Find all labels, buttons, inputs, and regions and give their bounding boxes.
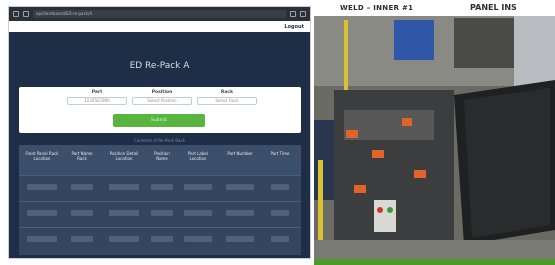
table-cell: [184, 236, 212, 242]
part-field-group: Part 1234567890: [67, 90, 127, 105]
table-cell: [27, 236, 57, 242]
column-header: Front Panel Rack Location: [25, 151, 59, 161]
table-cell: [226, 210, 254, 216]
camera-header: WELD – INNER #1 PANEL INS: [314, 0, 555, 16]
part-input[interactable]: 1234567890: [67, 97, 127, 105]
browser-window: api/dashboard/ED-re-pack/A Logout ED Re-…: [8, 6, 311, 259]
menu-icon[interactable]: [300, 11, 306, 17]
table-cell: [109, 236, 139, 242]
rack-label: Rack: [220, 90, 234, 95]
address-bar[interactable]: api/dashboard/ED-re-pack/A: [33, 10, 286, 18]
table-cell: [271, 184, 289, 190]
refresh-icon[interactable]: [23, 11, 29, 17]
column-header: Position Detail Location: [109, 151, 139, 161]
table-row[interactable]: [19, 227, 301, 251]
column-header: Position Name: [154, 151, 170, 161]
camera-station-label: PANEL INS: [470, 3, 517, 12]
extensions-icon[interactable]: [290, 11, 296, 17]
part-label: Part: [91, 90, 103, 95]
table-cell: [184, 210, 212, 216]
table-cell: [151, 236, 173, 242]
position-field-group: Position Select Position: [132, 90, 192, 105]
screen: api/dashboard/ED-re-pack/A Logout ED Re-…: [0, 0, 555, 265]
column-header: Part Label Location: [188, 151, 208, 161]
camera-image: [314, 0, 555, 265]
table-cell: [109, 210, 139, 216]
table-cell: [151, 184, 173, 190]
rack-select[interactable]: Select Rack: [197, 97, 257, 105]
table-cell: [27, 184, 57, 190]
app-header: Logout: [9, 21, 310, 32]
camera-title: WELD – INNER #1: [340, 4, 414, 12]
table-cell: [271, 210, 289, 216]
logout-link[interactable]: Logout: [284, 24, 304, 30]
table-cell: [271, 236, 289, 242]
table-cell: [184, 184, 212, 190]
table-cell: [226, 236, 254, 242]
table-cell: [27, 210, 57, 216]
table-cell: [71, 236, 93, 242]
table-caption: Contents of Re-Pack Rack: [133, 138, 186, 143]
column-header: Part Number: [227, 151, 253, 156]
table-header: Front Panel Rack Location Part Name Rack…: [19, 145, 301, 175]
table-cell: [151, 210, 173, 216]
table-row[interactable]: [19, 175, 301, 199]
contents-table: Front Panel Rack Location Part Name Rack…: [19, 145, 301, 255]
table-row[interactable]: [19, 201, 301, 225]
table-cell: [109, 184, 139, 190]
status-bar: [314, 259, 555, 265]
position-label: Position: [151, 90, 173, 95]
back-icon[interactable]: [13, 11, 19, 17]
submit-button[interactable]: Submit: [113, 114, 205, 127]
rack-field-group: Rack Select Rack: [197, 90, 257, 105]
browser-toolbar: api/dashboard/ED-re-pack/A: [9, 7, 310, 21]
repack-form: Part 1234567890 Position Select Position…: [19, 87, 301, 133]
camera-feed: WELD – INNER #1 PANEL INS: [314, 0, 555, 265]
table-cell: [71, 210, 93, 216]
position-select[interactable]: Select Position: [132, 97, 192, 105]
column-header: Part Time: [270, 151, 290, 156]
page-title: ED Re-Pack A: [129, 61, 190, 71]
column-header: Part Name Rack: [71, 151, 93, 161]
table-cell: [71, 184, 93, 190]
table-cell: [226, 184, 254, 190]
